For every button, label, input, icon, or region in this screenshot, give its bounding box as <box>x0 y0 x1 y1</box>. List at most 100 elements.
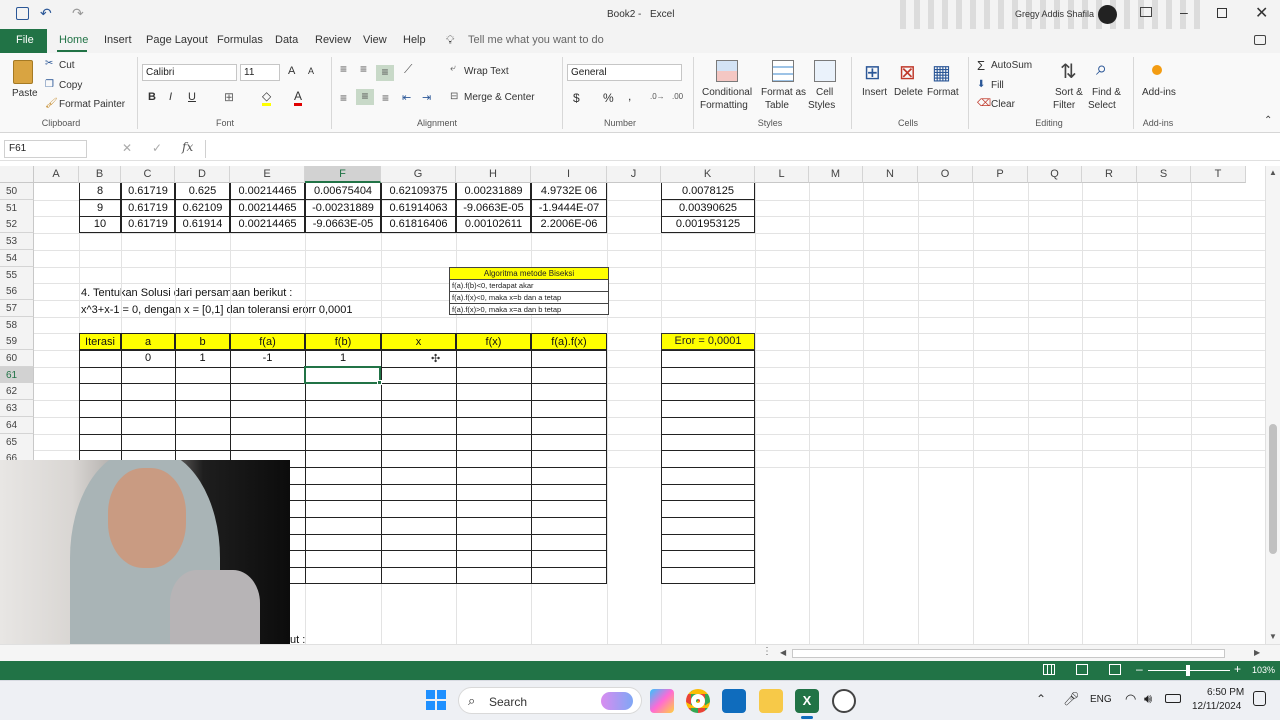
align-middle-icon[interactable]: ≡ <box>360 62 367 76</box>
select-all-corner[interactable] <box>0 166 34 183</box>
normal-view-icon[interactable] <box>1043 664 1055 675</box>
horizontal-scrollbar[interactable] <box>792 649 1225 658</box>
scroll-up-icon[interactable]: ▲ <box>1269 168 1277 177</box>
paste-icon[interactable] <box>13 60 33 84</box>
add-ins-button[interactable]: Add-ins <box>1142 87 1176 98</box>
name-box[interactable]: F61 <box>4 140 87 158</box>
battery-icon[interactable] <box>1165 694 1181 703</box>
tab-insert[interactable]: Insert <box>104 34 132 46</box>
column-header-a[interactable]: A <box>34 166 79 183</box>
table-header[interactable]: x <box>381 333 456 351</box>
selected-cell-f61[interactable] <box>304 366 381 384</box>
scroll-right-icon[interactable]: ▶ <box>1254 648 1260 657</box>
column-header-o[interactable]: O <box>918 166 973 183</box>
row-header-63[interactable]: 63 <box>0 400 34 418</box>
align-bottom-icon[interactable]: ≡ <box>376 65 394 81</box>
number-format-select[interactable]: General <box>567 64 682 81</box>
column-header-s[interactable]: S <box>1137 166 1191 183</box>
row-header-64[interactable]: 64 <box>0 416 34 434</box>
zoom-level[interactable]: 103% <box>1252 665 1275 675</box>
column-header-m[interactable]: M <box>809 166 863 183</box>
column-header-p[interactable]: P <box>973 166 1028 183</box>
row-header-60[interactable]: 60 <box>0 350 34 367</box>
outlook-icon[interactable] <box>722 689 746 713</box>
page-layout-view-icon[interactable] <box>1076 664 1088 675</box>
align-left-icon[interactable]: ≡ <box>340 91 347 105</box>
zoom-out-button[interactable]: – <box>1136 662 1143 676</box>
align-right-icon[interactable]: ≡ <box>382 91 389 105</box>
tab-view[interactable]: View <box>363 34 387 46</box>
increase-font-icon[interactable]: A <box>288 65 295 77</box>
format-cells-button[interactable]: Format <box>927 87 959 98</box>
column-header-t[interactable]: T <box>1191 166 1246 183</box>
column-header-b[interactable]: B <box>79 166 121 183</box>
table-header[interactable]: b <box>175 333 230 351</box>
function-icon[interactable]: fx <box>182 140 193 154</box>
align-top-icon[interactable]: ≡ <box>340 62 347 76</box>
italic-button[interactable]: I <box>169 91 172 103</box>
row-header-54[interactable]: 54 <box>0 249 34 267</box>
autosum-button[interactable]: AutoSum <box>991 60 1032 71</box>
font-name-select[interactable]: Calibri <box>142 64 237 81</box>
column-header-d[interactable]: D <box>175 166 230 183</box>
font-color-icon[interactable]: A <box>294 89 303 106</box>
format-as-table-label-1[interactable]: Format as <box>761 87 806 98</box>
find-select-label-1[interactable]: Find & <box>1092 87 1121 98</box>
increase-decimal-icon[interactable]: .0→ <box>650 92 665 101</box>
error-header[interactable]: Eror = 0,0001 <box>661 333 755 350</box>
underline-button[interactable]: U <box>188 91 196 103</box>
row-header-59[interactable]: 59 <box>0 333 34 351</box>
notification-icon[interactable] <box>1253 691 1266 706</box>
row-header-58[interactable]: 58 <box>0 316 34 334</box>
chrome-icon[interactable] <box>686 689 710 713</box>
save-icon[interactable] <box>16 7 29 20</box>
more-options-icon[interactable]: ⋮ <box>762 646 772 657</box>
copy-button[interactable]: Copy <box>59 80 82 91</box>
tab-formulas[interactable]: Formulas <box>217 34 263 46</box>
paste-button[interactable]: Paste <box>12 88 38 99</box>
font-size-select[interactable]: 11 <box>240 64 280 81</box>
fill-button[interactable]: Fill <box>991 80 1004 91</box>
tab-home[interactable]: Home <box>59 34 88 46</box>
tab-page-layout[interactable]: Page Layout <box>146 34 208 46</box>
conditional-formatting-label-2[interactable]: Formatting <box>700 100 748 111</box>
format-as-table-label-2[interactable]: Table <box>765 100 789 111</box>
tab-data[interactable]: Data <box>275 34 298 46</box>
volume-icon[interactable]: 🔊︎ <box>1144 691 1152 707</box>
decrease-font-icon[interactable]: A <box>308 66 314 76</box>
column-header-e[interactable]: E <box>230 166 305 183</box>
scroll-left-icon[interactable]: ◀ <box>780 648 786 657</box>
row-header-61[interactable]: 61 <box>0 366 34 384</box>
sort-filter-label-1[interactable]: Sort & <box>1055 87 1083 98</box>
clock-date[interactable]: 12/11/2024 <box>1192 701 1241 712</box>
column-header-l[interactable]: L <box>755 166 809 183</box>
fill-handle[interactable] <box>377 380 382 385</box>
comma-icon[interactable]: , <box>628 89 631 103</box>
column-header-k[interactable]: K <box>661 166 755 183</box>
column-header-c[interactable]: C <box>121 166 175 183</box>
bold-button[interactable]: B <box>148 91 156 103</box>
formula-input[interactable] <box>205 140 1267 158</box>
microphone-icon[interactable]: 🎤︎ <box>1063 691 1080 707</box>
cell-styles-label-1[interactable]: Cell <box>816 87 833 98</box>
format-painter-button[interactable]: Format Painter <box>59 99 125 110</box>
conditional-formatting-label-1[interactable]: Conditional <box>702 87 752 98</box>
table-header[interactable]: a <box>121 333 175 351</box>
table-header[interactable]: f(x) <box>456 333 531 351</box>
collapse-ribbon-icon[interactable]: ⌃ <box>1264 115 1272 126</box>
delete-cells-button[interactable]: Delete <box>894 87 923 98</box>
column-header-q[interactable]: Q <box>1028 166 1082 183</box>
row-header-56[interactable]: 56 <box>0 283 34 301</box>
decrease-indent-icon[interactable]: ⇤ <box>402 91 411 104</box>
decrease-decimal-icon[interactable]: .00 <box>672 92 683 101</box>
tell-me-input[interactable]: Tell me what you want to do <box>468 34 604 46</box>
tab-help[interactable]: Help <box>403 34 426 46</box>
column-header-g[interactable]: G <box>381 166 456 183</box>
table-header[interactable]: f(a).f(x) <box>531 333 607 351</box>
obs-icon[interactable] <box>832 689 856 713</box>
increase-indent-icon[interactable]: ⇥ <box>422 91 431 104</box>
row-header-53[interactable]: 53 <box>0 233 34 251</box>
column-header-i[interactable]: I <box>531 166 607 183</box>
orientation-icon[interactable]: ⟋ <box>404 62 412 77</box>
cell-styles-label-2[interactable]: Styles <box>808 100 835 111</box>
